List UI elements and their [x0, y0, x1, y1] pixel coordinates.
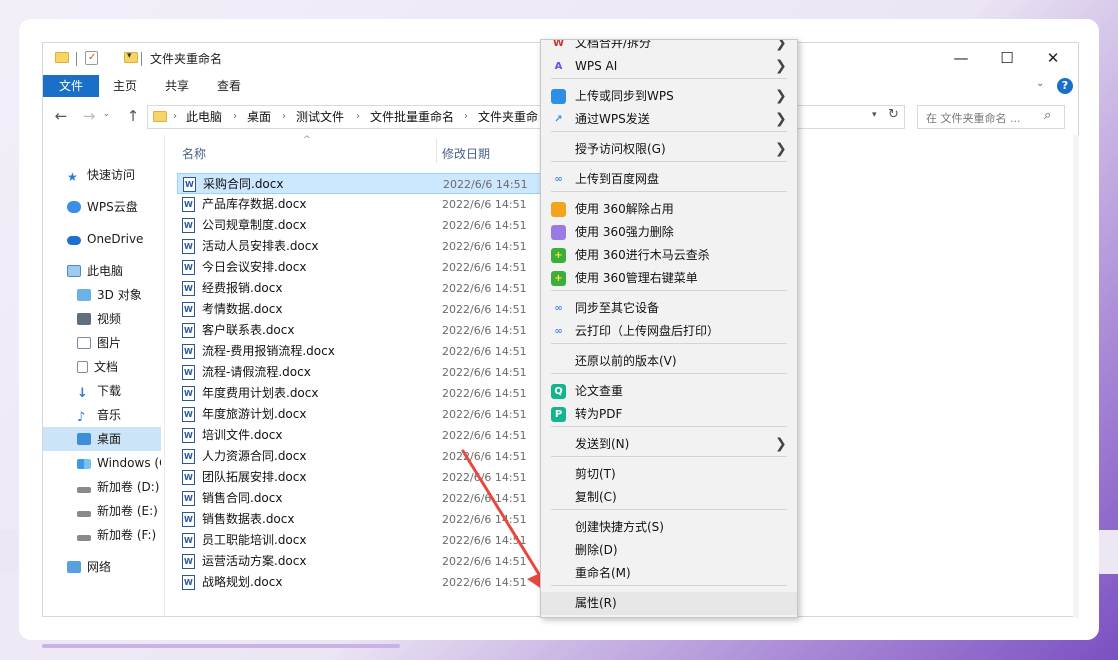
menu-item-label: 删除(D) [575, 543, 618, 557]
menu-item[interactable]: ∞ 上传到百度网盘 [541, 168, 797, 191]
menu-item-label: 发送到(N) [575, 437, 630, 451]
context-menu: W 文档合并/拆分 ❯ A WPS AI ❯ 上传或同步到WPS ❯ ↗ 通过WPS发送 ❯ 授予访问… [540, 39, 798, 618]
menu-item-label: 重命名(M) [575, 566, 631, 580]
menu-item-label: 属性(R) [575, 596, 617, 610]
submenu-arrow-icon: ❯ [775, 58, 787, 74]
menu-item-label: 使用 360强力删除 [575, 225, 674, 239]
menu-item[interactable]: 还原以前的版本(V) [541, 350, 797, 373]
pdf-convert-icon: P [551, 407, 566, 422]
menu-item[interactable]: P 转为PDF [541, 403, 797, 426]
submenu-arrow-icon: ❯ [775, 39, 787, 51]
baidu-netdisk-icon: ∞ [554, 174, 563, 185]
menu-item-label: 通过WPS发送 [575, 112, 650, 126]
wps-ai-icon: A [554, 61, 563, 72]
menu-item[interactable]: + 使用 360管理右键菜单 [541, 267, 797, 290]
menu-item-label: 剪切(T) [575, 467, 616, 481]
menu-separator [551, 585, 787, 586]
menu-item[interactable]: A WPS AI ❯ [541, 55, 797, 78]
wps-merge-icon: W [552, 39, 565, 49]
menu-item-label: 使用 360进行木马云查杀 [575, 248, 710, 262]
menu-item[interactable]: W 文档合并/拆分 ❯ [541, 39, 797, 55]
menu-item[interactable]: 删除(D) [541, 539, 797, 562]
background-bar [42, 644, 400, 648]
menu-item-label: 创建快捷方式(S) [575, 520, 664, 534]
menu-item[interactable]: 使用 360强力删除 [541, 221, 797, 244]
menu-item[interactable]: 上传或同步到WPS ❯ [541, 85, 797, 108]
submenu-arrow-icon: ❯ [775, 111, 787, 127]
submenu-arrow-icon: ❯ [775, 436, 787, 452]
menu-item-label: 还原以前的版本(V) [575, 354, 677, 368]
menu-item-label: 转为PDF [575, 407, 623, 421]
menu-separator [551, 191, 787, 192]
wps-send-icon: ↗ [554, 114, 563, 125]
menu-separator [551, 161, 787, 162]
menu-item[interactable]: 重命名(M) [541, 562, 797, 585]
wps-cloud-icon [551, 89, 566, 104]
menu-item-label: 云打印（上传网盘后打印） [575, 324, 720, 338]
menu-item[interactable]: 属性(R) [541, 592, 797, 615]
trojan-scan-icon: + [551, 248, 566, 263]
menu-item[interactable]: ∞ 同步至其它设备 [541, 297, 797, 320]
menu-item[interactable]: 使用 360解除占用 [541, 198, 797, 221]
menu-item[interactable]: 发送到(N) ❯ [541, 433, 797, 456]
menu-item-label: 使用 360管理右键菜单 [575, 271, 698, 285]
menu-item-label: 使用 360解除占用 [575, 202, 674, 216]
menu-item-label: 授予访问权限(G) [575, 142, 666, 156]
cloud-print-icon: ∞ [554, 326, 563, 337]
menu-item[interactable]: + 使用 360进行木马云查杀 [541, 244, 797, 267]
menu-item-label: 上传或同步到WPS [575, 89, 674, 103]
menu-item-label: 论文查重 [575, 384, 624, 398]
menu-separator [551, 373, 787, 374]
menu-item[interactable]: 授予访问权限(G) ❯ [541, 138, 797, 161]
shred-icon [551, 225, 566, 240]
submenu-arrow-icon: ❯ [775, 88, 787, 104]
menu-separator [551, 426, 787, 427]
unlock-icon [551, 202, 566, 217]
menu-item-label: WPS AI [575, 59, 618, 73]
menu-item[interactable]: 剪切(T) [541, 463, 797, 486]
menu-item[interactable]: Q 论文查重 [541, 380, 797, 403]
menu-separator [551, 456, 787, 457]
menu-item[interactable]: ↗ 通过WPS发送 ❯ [541, 108, 797, 131]
sync-icon: ∞ [554, 303, 563, 314]
menu-separator [551, 290, 787, 291]
menu-manager-icon: + [551, 271, 566, 286]
menu-separator [551, 343, 787, 344]
menu-item-label: 同步至其它设备 [575, 301, 660, 315]
menu-item[interactable]: 复制(C) [541, 486, 797, 509]
menu-separator [551, 509, 787, 510]
menu-item[interactable]: ∞ 云打印（上传网盘后打印） [541, 320, 797, 343]
menu-item-label: 文档合并/拆分 [575, 39, 652, 50]
plagiarism-check-icon: Q [551, 384, 566, 399]
menu-item-label: 复制(C) [575, 490, 617, 504]
menu-item[interactable]: 创建快捷方式(S) [541, 516, 797, 539]
menu-item-label: 上传到百度网盘 [575, 172, 660, 186]
submenu-arrow-icon: ❯ [775, 141, 787, 157]
menu-separator [551, 131, 787, 132]
menu-separator [551, 78, 787, 79]
